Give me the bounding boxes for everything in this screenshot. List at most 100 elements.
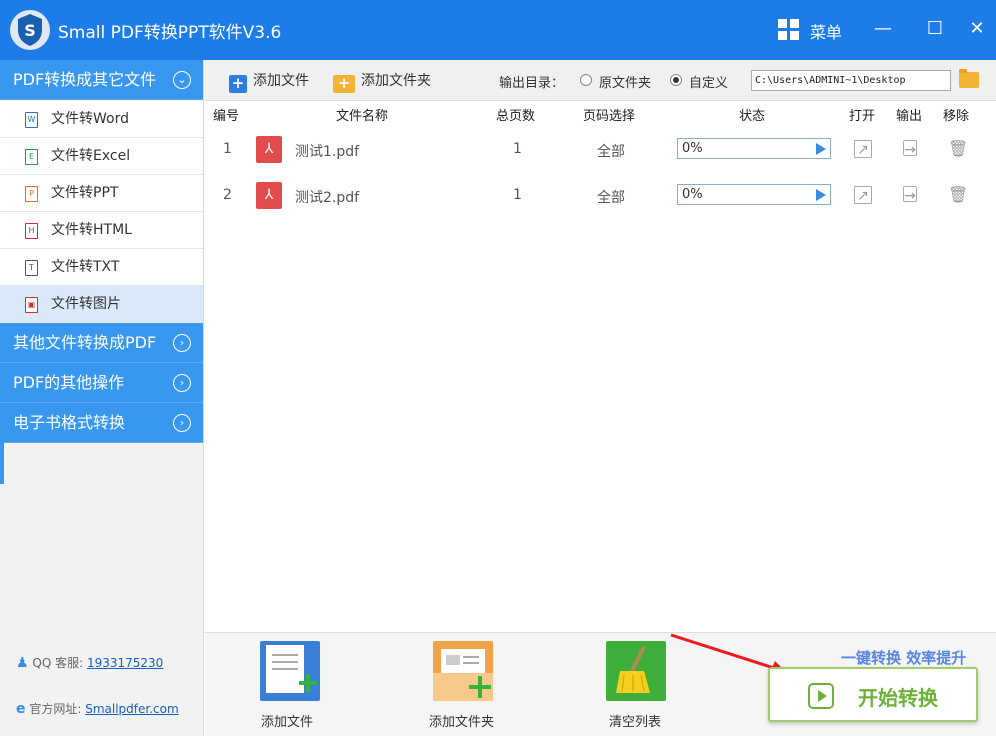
sidebar: PDF转换成其它文件 ⌄ W 文件转Word E 文件转Excel P 文件转P… [0,60,204,736]
ie-browser-icon: e [16,701,26,717]
col-open: 打开 [849,109,876,124]
qq-penguin-icon: ♟ [16,655,29,671]
radio-original-folder[interactable] [580,74,592,86]
progress-bar: 0% [677,184,831,205]
output-folder-icon[interactable]: → [903,140,917,158]
txt-file-icon: T [25,260,38,276]
menu-button[interactable]: 菜单 [810,19,842,43]
sidebar-list: W 文件转Word E 文件转Excel P 文件转PPT H 文件转HTML … [0,101,203,323]
chevron-right-icon: › [173,374,191,392]
output-directory-label: 输出目录： [499,76,565,91]
table-row[interactable]: 2 ⅄ 测试2.pdf 1 全部 0% ↗ → 🗑 [205,173,996,219]
add-folder-large-icon[interactable] [433,641,493,701]
sidebar-item-label: 文件转Word [51,111,129,127]
start-convert-button[interactable]: 开始转换 [768,667,978,722]
progress-text: 0% [682,187,703,202]
sidebar-item-label: 文件转图片 [51,296,121,312]
sidebar-item-html[interactable]: H 文件转HTML [0,212,203,249]
trash-icon[interactable]: 🗑 [948,140,968,158]
close-button[interactable]: ✕ [962,14,992,44]
bottom-action-bar: 添加文件 添加文件夹 清空列表 一键转换 效率提升 开始转换 [205,632,996,736]
sidebar-group-label: 其他文件转换成PDF [13,333,157,352]
col-range: 页码选择 [583,109,636,124]
sidebar-item-label: 文件转TXT [51,259,120,275]
svg-text:S: S [24,21,36,40]
col-remove: 移除 [943,109,970,124]
row-pages: 1 [513,187,522,203]
sidebar-item-ppt[interactable]: P 文件转PPT [0,175,203,212]
sidebar-group-other-to-pdf[interactable]: 其他文件转换成PDF › [0,323,203,363]
qq-support: ♟ QQ 客服: 1933175230 [16,654,163,671]
chevron-right-icon: › [173,414,191,432]
pdf-file-icon: ⅄ [256,136,282,163]
sidebar-item-label: 文件转Excel [51,148,131,164]
progress-text: 0% [682,141,703,156]
qq-number-link[interactable]: 1933175230 [87,656,163,670]
sidebar-group-pdf-to-other[interactable]: PDF转换成其它文件 ⌄ [0,60,203,100]
row-page-range[interactable]: 全部 [597,141,625,161]
progress-bar: 0% [677,138,831,159]
row-page-range[interactable]: 全部 [597,187,625,207]
sidebar-item-txt[interactable]: T 文件转TXT [0,249,203,286]
slogan: 一键转换 效率提升 [841,649,967,667]
row-number: 2 [223,187,232,203]
play-icon [808,683,834,709]
open-external-icon[interactable]: ↗ [854,140,872,158]
add-folder-toolbar-button[interactable]: + 添加文件夹 [333,70,431,93]
col-no: 编号 [213,109,240,124]
output-path-field[interactable]: C:\Users\ADMINI~1\Desktop [751,70,951,91]
sidebar-accent-bar [0,442,4,484]
maximize-button[interactable]: ☐ [920,14,950,44]
open-external-icon[interactable]: ↗ [854,186,872,204]
broom-clear-icon[interactable] [606,641,666,701]
radio-original-label: 原文件夹 [599,76,652,91]
trash-icon[interactable]: 🗑 [948,186,968,204]
pdf-file-icon: ⅄ [256,182,282,209]
start-convert-label: 开始转换 [858,686,938,710]
row-filename: 测试2.pdf [295,190,360,206]
sidebar-group-label: PDF转换成其它文件 [13,70,157,89]
sidebar-group-label: PDF的其他操作 [13,373,125,392]
app-logo-icon: S [10,10,50,50]
sidebar-item-label: 文件转HTML [51,222,132,238]
qq-label: QQ 客服: [32,656,84,670]
sidebar-item-word[interactable]: W 文件转Word [0,101,203,138]
radio-custom-label: 自定义 [689,76,729,91]
add-folder-icon: + [333,75,355,93]
minimize-button[interactable]: — [868,14,898,44]
app-title: Small PDF转换PPT软件V3.6 [58,23,282,43]
website-link[interactable]: Smallpdfer.com [85,702,178,716]
word-file-icon: W [25,112,38,128]
ppt-file-icon: P [25,186,38,202]
chevron-right-icon: › [173,334,191,352]
col-pages: 总页数 [496,109,536,124]
add-folder-large-label: 添加文件夹 [429,715,495,730]
add-file-label: 添加文件 [253,73,309,89]
play-icon[interactable] [816,189,826,201]
add-folder-label: 添加文件夹 [361,73,431,89]
official-website: e 官方网址: Smallpdfer.com [16,700,179,717]
radio-custom-folder[interactable] [670,74,682,86]
col-status: 状态 [739,109,766,124]
clear-list-label: 清空列表 [609,715,662,730]
output-folder-icon[interactable]: → [903,186,917,204]
grid-menu-icon[interactable] [778,19,800,41]
col-output: 输出 [896,109,923,124]
add-file-large-icon[interactable] [260,641,320,701]
sidebar-group-pdf-operations[interactable]: PDF的其他操作 › [0,363,203,403]
toolbar: + 添加文件 + 添加文件夹 输出目录： 原文件夹 自定义 C:\Users\ADM… [205,60,996,101]
add-file-icon: + [229,75,247,93]
sidebar-item-image[interactable]: ▣ 文件转图片 [0,286,203,323]
chevron-down-icon: ⌄ [173,71,191,89]
browse-folder-icon[interactable] [959,69,979,88]
play-icon[interactable] [816,143,826,155]
row-pages: 1 [513,141,522,157]
sidebar-item-excel[interactable]: E 文件转Excel [0,138,203,175]
table-row[interactable]: 1 ⅄ 测试1.pdf 1 全部 0% ↗ → 🗑 [205,127,996,173]
row-filename: 测试1.pdf [295,144,360,160]
add-file-toolbar-button[interactable]: + 添加文件 [229,70,309,93]
sidebar-group-ebook[interactable]: 电子书格式转换 › [0,403,203,443]
title-bar: S Small PDF转换PPT软件V3.6 菜单 — ☐ ✕ [0,0,996,60]
sidebar-item-label: 文件转PPT [51,185,119,201]
html-file-icon: H [25,223,38,239]
